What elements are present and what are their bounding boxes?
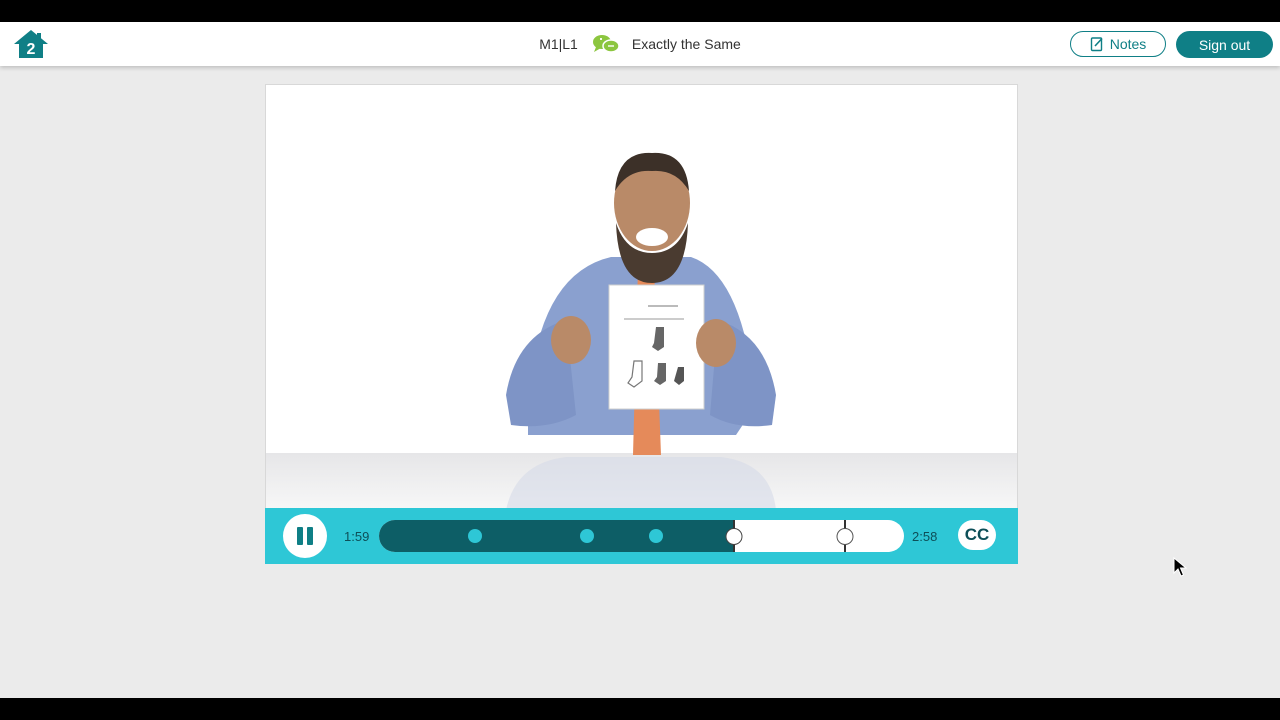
- lesson-code: M1|L1: [539, 36, 578, 52]
- chapter-marker[interactable]: [580, 529, 595, 543]
- chapter-marker[interactable]: [648, 529, 663, 543]
- video-player[interactable]: [265, 84, 1018, 564]
- sign-out-button[interactable]: Sign out: [1176, 31, 1273, 58]
- mouse-cursor-icon: [1173, 557, 1187, 577]
- letterbox-top: [0, 0, 1280, 22]
- closed-captions-button[interactable]: CC: [958, 520, 996, 550]
- video-controls: 1:59 2:58 CC: [265, 508, 1018, 564]
- playhead-handle[interactable]: [725, 527, 743, 545]
- progress-bar[interactable]: [379, 520, 904, 552]
- chapter-marker[interactable]: [467, 529, 482, 543]
- chapter-marker-upcoming[interactable]: [836, 527, 854, 545]
- notes-label: Notes: [1109, 36, 1147, 52]
- notes-icon: [1090, 37, 1103, 52]
- lesson-title: Exactly the Same: [631, 36, 741, 52]
- pause-icon: [295, 527, 315, 545]
- notes-button[interactable]: Notes: [1070, 31, 1166, 57]
- current-time: 1:59: [344, 529, 370, 544]
- svg-text:2: 2: [27, 41, 36, 58]
- home-button[interactable]: 2: [12, 28, 50, 60]
- video-frame-image: [266, 85, 1017, 509]
- home-icon: 2: [14, 30, 48, 58]
- top-bar: 2 M1|L1 Exactly the Same Notes Sign out: [0, 22, 1280, 66]
- progress-fill: [379, 520, 734, 552]
- closed-captions-icon: CC: [964, 525, 990, 544]
- pause-button[interactable]: [283, 514, 327, 558]
- chat-bubbles-icon: [592, 35, 620, 53]
- total-time: 2:58: [912, 529, 938, 544]
- letterbox-bottom: [0, 698, 1280, 720]
